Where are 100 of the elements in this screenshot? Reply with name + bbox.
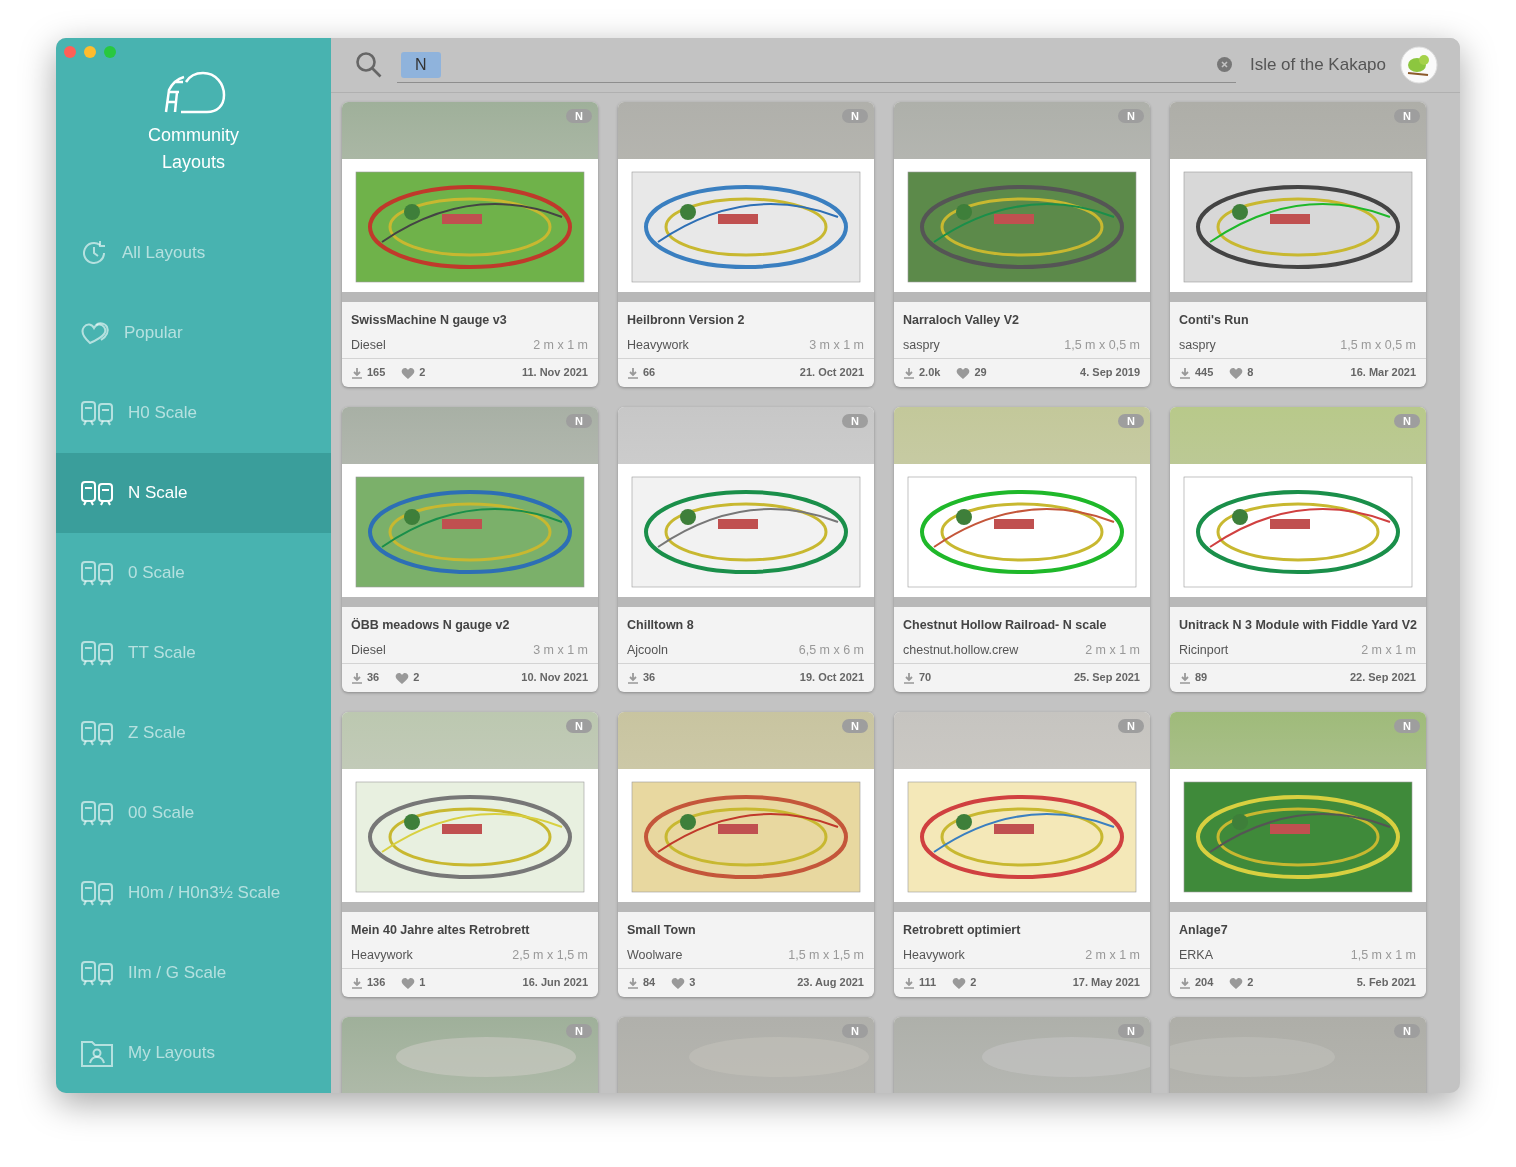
train-cars-icon: [80, 879, 114, 907]
upload-date: 16. Mar 2021: [1350, 365, 1416, 381]
like-count: 2: [970, 975, 977, 991]
layout-card[interactable]: N Chestnut Hollow Railroad- N scale chestnut.hollow.crew 2 m x 1 m 70 25. Sep 2021: [894, 407, 1150, 692]
scale-badge: N: [566, 414, 592, 428]
clear-icon[interactable]: [1216, 57, 1232, 72]
download-icon: [1179, 366, 1191, 379]
layout-title: Narraloch Valley V2: [903, 312, 1021, 329]
layout-card[interactable]: N ÖBB meadows N gauge v2 Diesel 3 m x 1 m 36 2 10. Nov 2021: [342, 407, 598, 692]
upload-date: 16. Jun 2021: [522, 975, 588, 991]
sidebar-item[interactable]: My Layouts: [56, 1013, 331, 1093]
layout-title: Heilbronn Version 2: [627, 312, 746, 329]
scale-badge: N: [1118, 414, 1144, 428]
download-count: 136: [367, 975, 386, 991]
layout-size: 2 m x 1 m: [1085, 641, 1140, 659]
download-icon: [903, 671, 915, 684]
scale-badge: N: [566, 109, 592, 123]
layout-card[interactable]: N: [1170, 1017, 1426, 1093]
heart-icon: [671, 976, 686, 989]
layout-card[interactable]: N: [342, 1017, 598, 1093]
layout-card[interactable]: N Retrobrett optimiert Heavywork 2 m x 1 m 111 2 17. May 2021: [894, 712, 1150, 997]
download-icon: [627, 976, 639, 989]
author-name: saspry: [903, 336, 940, 354]
download-count: 204: [1195, 975, 1214, 991]
minimize-button[interactable]: [84, 46, 96, 58]
train-cars-icon: [80, 559, 114, 587]
sidebar-item[interactable]: All Layouts: [56, 213, 331, 293]
scale-badge: N: [1394, 109, 1420, 123]
sidebar-item[interactable]: IIm / G Scale: [56, 933, 331, 1013]
heart-icon: [395, 671, 410, 684]
avatar[interactable]: [1400, 46, 1438, 84]
layout-title: Conti's Run: [1179, 312, 1250, 329]
download-icon: [351, 976, 363, 989]
like-count: 2: [1247, 975, 1254, 991]
download-count: 66: [643, 365, 656, 381]
heart-icon: [401, 976, 416, 989]
upload-date: 25. Sep 2021: [1073, 670, 1140, 686]
sidebar-item[interactable]: H0 Scale: [56, 373, 331, 453]
sidebar-item[interactable]: N Scale: [56, 453, 331, 533]
download-icon: [627, 366, 639, 379]
sidebar-item[interactable]: 00 Scale: [56, 773, 331, 853]
scale-badge: N: [1394, 719, 1420, 733]
like-count: 8: [1247, 365, 1254, 381]
layout-card[interactable]: N Unitrack N 3 Module with Fiddle Yard V2 Ricinport 2 m x 1 m 89 22. Sep 2021: [1170, 407, 1426, 692]
sidebar-item[interactable]: H0m / H0n3½ Scale: [56, 853, 331, 933]
download-count: 84: [643, 975, 656, 991]
train-cars-icon: [80, 399, 114, 427]
layout-title: Mein 40 Jahre altes Retrobrett: [351, 922, 531, 939]
author-name: Diesel: [351, 336, 386, 354]
train-cars-icon: [80, 639, 114, 667]
scale-badge: N: [1394, 1024, 1420, 1038]
sidebar-item[interactable]: Z Scale: [56, 693, 331, 773]
download-icon: [903, 976, 915, 989]
download-count: 2.0k: [919, 365, 941, 381]
author-name: chestnut.hollow.crew: [903, 641, 1019, 659]
scale-badge: N: [842, 414, 868, 428]
layout-size: 2 m x 1 m: [533, 336, 588, 354]
scale-badge: N: [566, 1024, 592, 1038]
sidebar-item[interactable]: TT Scale: [56, 613, 331, 693]
close-button[interactable]: [64, 46, 76, 58]
upload-date: 10. Nov 2021: [521, 670, 588, 686]
layout-card[interactable]: N Small Town Woolware 1,5 m x 1,5 m 84 3 23. Aug 2021: [618, 712, 874, 997]
layout-size: 1,5 m x 0,5 m: [1064, 336, 1140, 354]
download-count: 36: [367, 670, 380, 686]
author-name: ERKA: [1179, 946, 1214, 964]
download-icon: [351, 671, 363, 684]
layout-card[interactable]: N Mein 40 Jahre altes Retrobrett Heavywork 2,5 m x 1,5 m 136 1 16. Jun 2021: [342, 712, 598, 997]
layout-card[interactable]: N Conti's Run saspry 1,5 m x 0,5 m 445 8 16. Mar 2021: [1170, 102, 1426, 387]
download-icon: [627, 671, 639, 684]
heart-icon: [952, 976, 967, 989]
download-icon: [351, 366, 363, 379]
train-cars-icon: [80, 799, 114, 827]
scale-badge: N: [1118, 1024, 1144, 1038]
layout-card[interactable]: N Chilltown 8 Ajcooln 6,5 m x 6 m 36 19. Oct 2021: [618, 407, 874, 692]
layout-card[interactable]: N Anlage7 ERKA 1,5 m x 1 m 204 2 5. Feb 2021: [1170, 712, 1426, 997]
upload-date: 21. Oct 2021: [799, 365, 864, 381]
download-count: 36: [643, 670, 656, 686]
search-token[interactable]: N: [401, 51, 441, 78]
layout-card[interactable]: N: [894, 1017, 1150, 1093]
layout-card[interactable]: N: [618, 1017, 874, 1093]
layout-title: ÖBB meadows N gauge v2: [351, 617, 511, 634]
layout-card[interactable]: N Narraloch Valley V2 saspry 1,5 m x 0,5 m 2.0k 29 4. Sep 2019: [894, 102, 1150, 387]
upload-date: 11. Nov 2021: [521, 365, 588, 381]
upload-date: 4. Sep 2019: [1080, 365, 1140, 381]
author-name: Heavywork: [351, 946, 413, 964]
layout-size: 3 m x 1 m: [533, 641, 588, 659]
sidebar-item[interactable]: 0 Scale: [56, 533, 331, 613]
layout-card[interactable]: N SwissMachine N gauge v3 Diesel 2 m x 1 m 165 2 11. Nov 2021: [342, 102, 598, 387]
scale-badge: N: [842, 719, 868, 733]
like-count: 29: [974, 365, 987, 381]
download-icon: [1179, 671, 1191, 684]
sidebar-item[interactable]: Popular: [56, 293, 331, 373]
layout-title: SwissMachine N gauge v3: [351, 312, 508, 329]
search-icon[interactable]: [355, 51, 383, 79]
search-field[interactable]: N: [397, 47, 1236, 83]
download-count: 445: [1195, 365, 1214, 381]
layout-size: 2 m x 1 m: [1085, 946, 1140, 964]
heart-icon: [401, 366, 416, 379]
upload-date: 5. Feb 2021: [1356, 975, 1416, 991]
layout-card[interactable]: N Heilbronn Version 2 Heavywork 3 m x 1 m 66 21. Oct 2021: [618, 102, 874, 387]
